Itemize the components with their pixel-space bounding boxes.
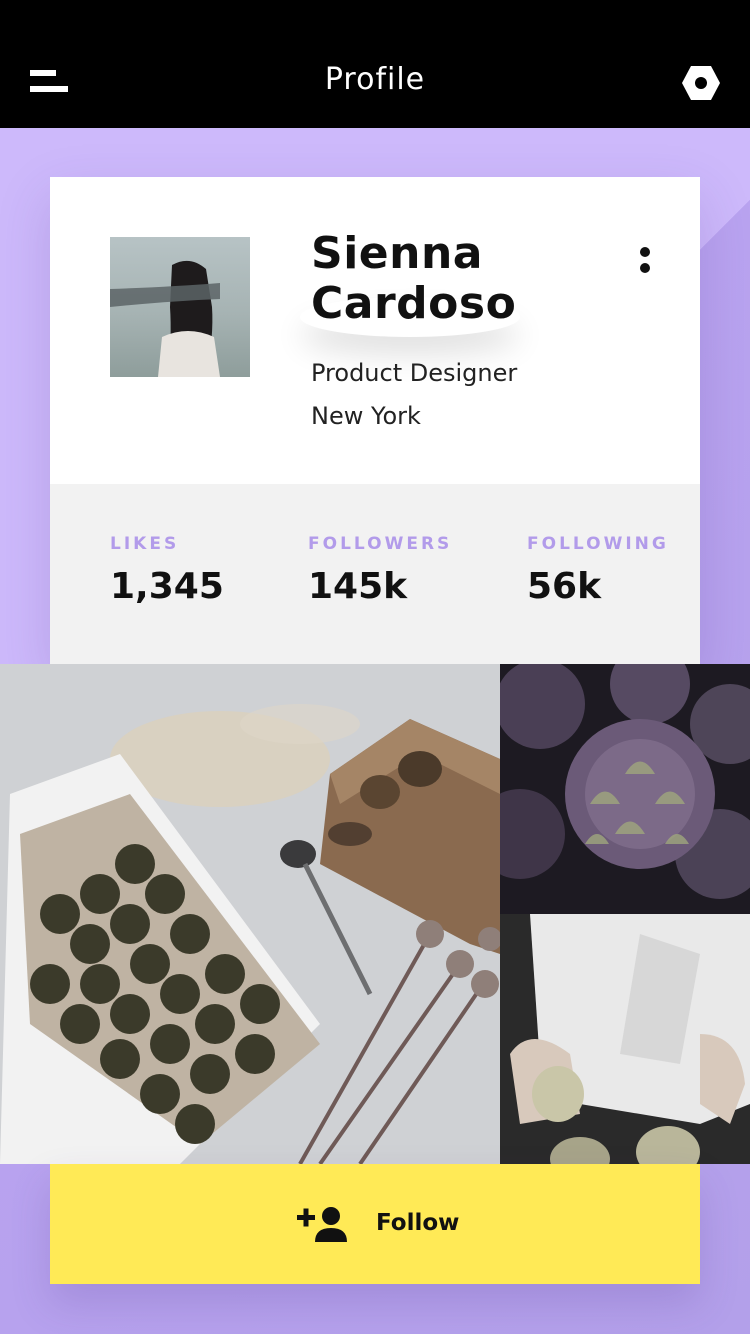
- stat-value: 145k: [308, 566, 408, 607]
- profile-card: Sienna Cardoso Product Designer New York…: [50, 177, 700, 664]
- add-person-icon: [297, 1207, 347, 1242]
- profile-name: Sienna Cardoso: [311, 229, 591, 329]
- gallery-photo-plum-tart[interactable]: [0, 664, 500, 1164]
- avatar-photo: [110, 237, 250, 377]
- more-options-button[interactable]: [635, 243, 655, 283]
- stat-following[interactable]: FOLLOWING 56k: [527, 534, 669, 607]
- profile-location: New York: [311, 402, 421, 430]
- stats-bar: LIKES 1,345 FOLLOWERS 145k FOLLOWING 56k: [50, 484, 700, 664]
- top-bar: Profile: [0, 0, 750, 128]
- first-name: Sienna: [311, 228, 483, 279]
- follow-button[interactable]: Follow: [50, 1164, 700, 1284]
- gallery-photo-artichokes[interactable]: [500, 664, 750, 914]
- stat-likes[interactable]: LIKES 1,345: [110, 534, 224, 607]
- stat-label: FOLLOWERS: [308, 534, 453, 554]
- stat-label: FOLLOWING: [527, 534, 669, 554]
- settings-button[interactable]: [680, 64, 722, 102]
- stat-followers[interactable]: FOLLOWERS 145k: [308, 534, 452, 607]
- avatar[interactable]: [110, 237, 250, 377]
- stat-value: 56k: [527, 566, 602, 607]
- profile-role: Product Designer: [311, 359, 518, 387]
- stat-label: LIKES: [110, 534, 180, 554]
- gallery-photo-pears[interactable]: [500, 914, 750, 1164]
- hexagon-settings-icon: [682, 66, 720, 100]
- page-title: Profile: [324, 62, 426, 97]
- stat-value: 1,345: [110, 566, 224, 607]
- last-name: Cardoso: [311, 278, 517, 329]
- follow-label: Follow: [376, 1210, 460, 1236]
